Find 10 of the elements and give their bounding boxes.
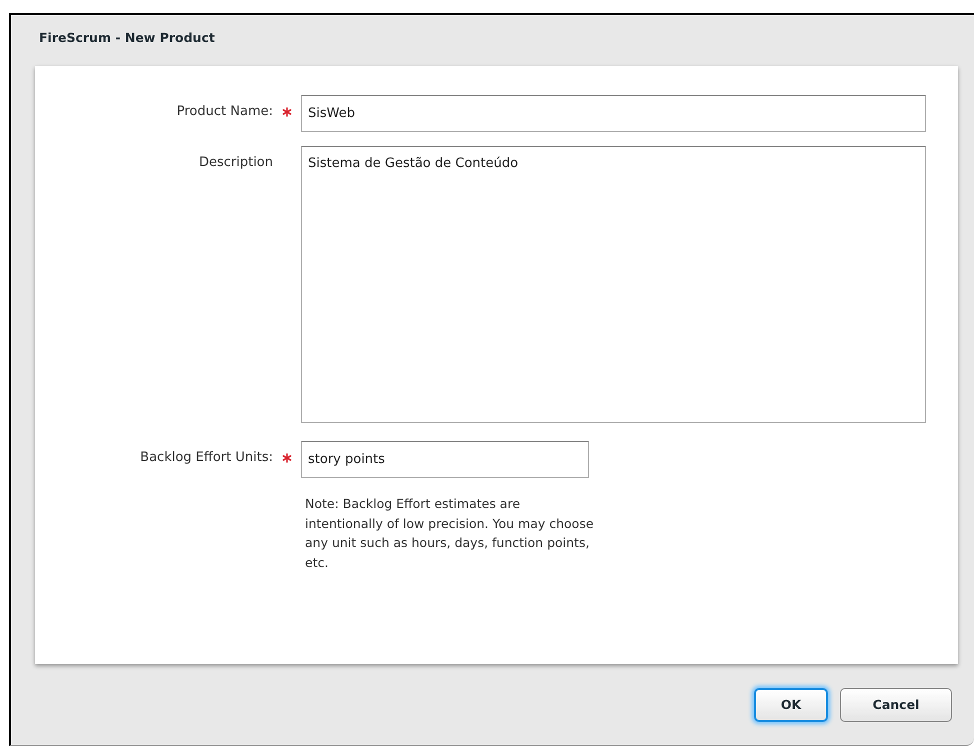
input-field[interactable]: story points (301, 441, 589, 478)
window-title: FireScrum - New Product (38, 29, 216, 47)
field-label: Description (198, 154, 273, 172)
ok-button[interactable]: OK (754, 688, 828, 722)
field-label: Backlog Effort Units: (139, 449, 273, 467)
note-text: Note: Backlog Effort estimates are intentionally of low precision. You may choose any unit such as hours, days, function points, etc. (304, 495, 595, 572)
field-label: Product Name: (176, 103, 273, 121)
input-field[interactable]: SisWeb (301, 95, 926, 132)
description-field[interactable]: Sistema de Gestão de Conteúdo (301, 146, 926, 423)
cancel-button[interactable]: Cancel (840, 688, 952, 722)
